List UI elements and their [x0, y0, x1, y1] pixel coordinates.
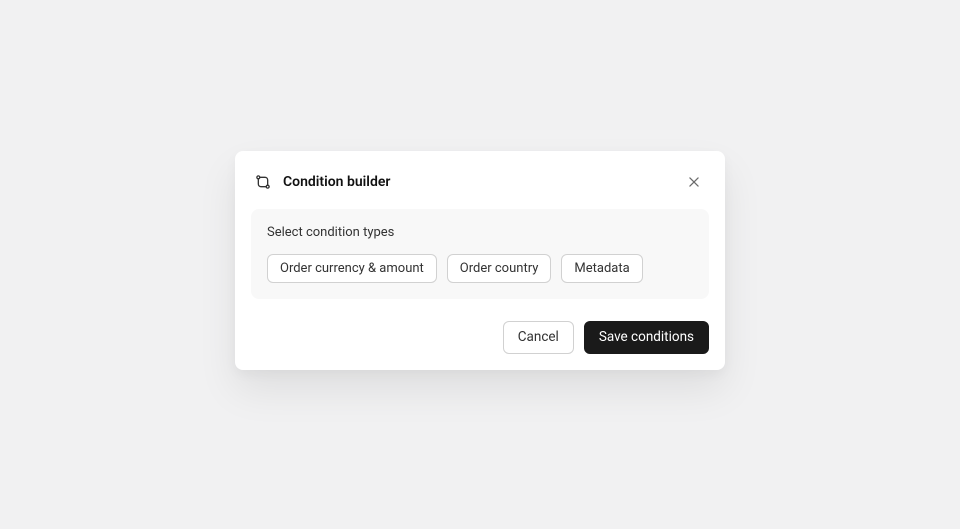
save-button[interactable]: Save conditions: [584, 321, 709, 355]
chip-metadata[interactable]: Metadata: [561, 254, 642, 283]
condition-builder-modal: Condition builder Select condition types…: [235, 151, 725, 371]
modal-title: Condition builder: [283, 174, 390, 190]
section-label: Select condition types: [267, 225, 693, 240]
modal-title-wrap: Condition builder: [255, 174, 390, 190]
flow-icon: [255, 174, 271, 190]
cancel-button[interactable]: Cancel: [503, 321, 574, 355]
close-icon: [687, 175, 701, 189]
chip-order-country[interactable]: Order country: [447, 254, 552, 283]
condition-type-chips: Order currency & amount Order country Me…: [267, 254, 693, 283]
modal-footer: Cancel Save conditions: [251, 321, 709, 355]
close-button[interactable]: [683, 171, 705, 193]
modal-header: Condition builder: [251, 167, 709, 209]
condition-types-section: Select condition types Order currency & …: [251, 209, 709, 299]
chip-order-currency-amount[interactable]: Order currency & amount: [267, 254, 437, 283]
